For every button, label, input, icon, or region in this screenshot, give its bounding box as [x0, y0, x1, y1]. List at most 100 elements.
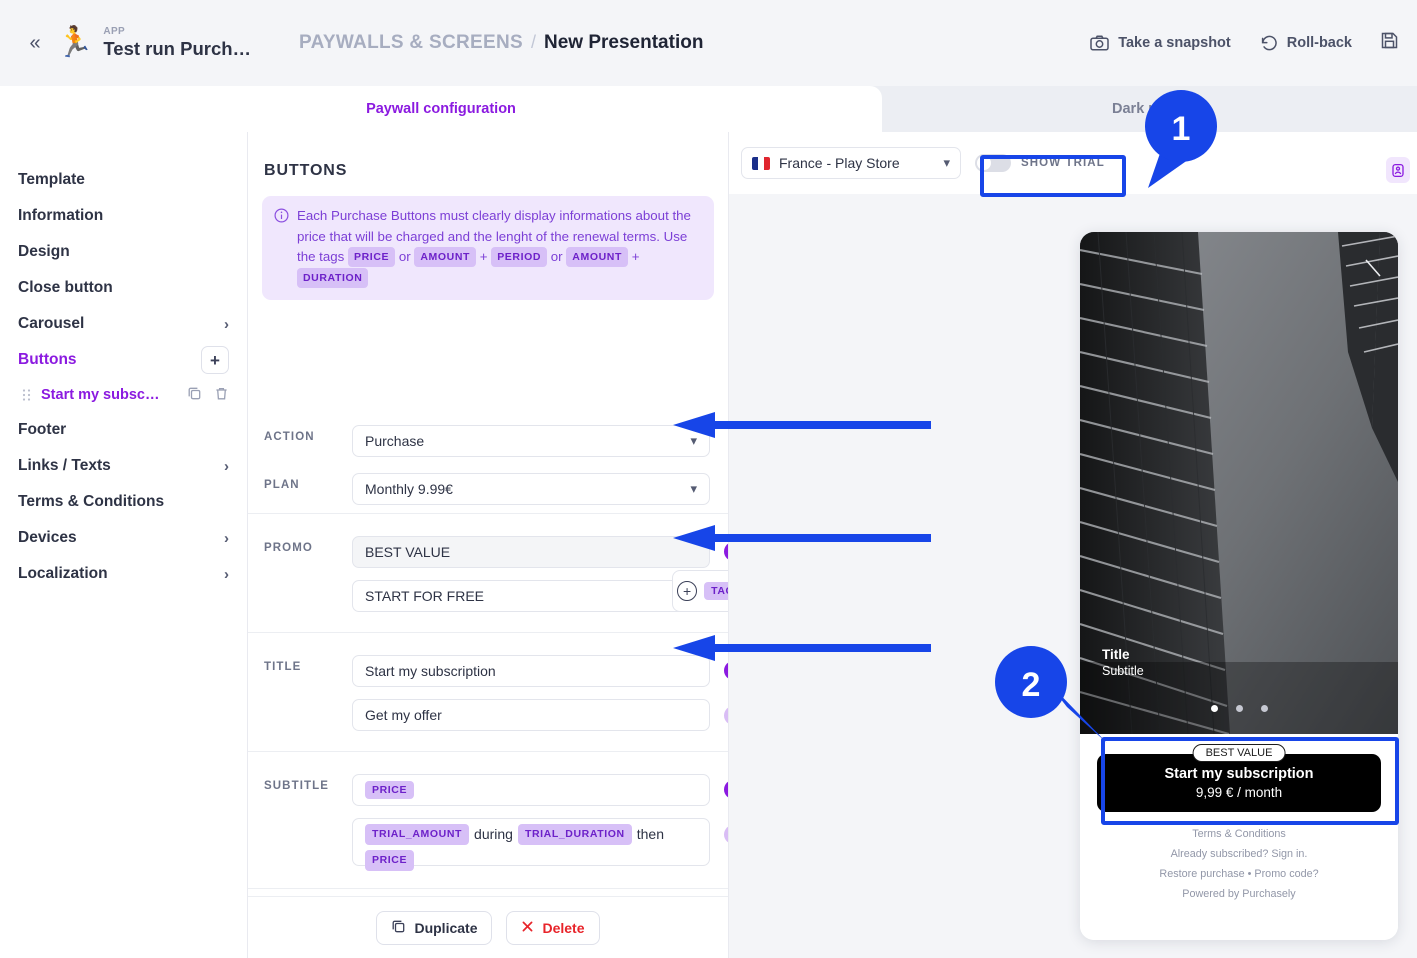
- duplicate-button[interactable]: Duplicate: [376, 910, 493, 945]
- sidebar-item-terms-conditions[interactable]: Terms & Conditions: [0, 484, 247, 520]
- panel-title: BUTTONS: [264, 162, 348, 179]
- legal-links: Terms & Conditions Already subscribed? S…: [1080, 828, 1398, 900]
- sidebar-item-label: Carousel: [18, 315, 85, 332]
- restore-promo-link[interactable]: Restore purchase • Promo code?: [1080, 868, 1398, 880]
- take-snapshot-button[interactable]: Take a snapshot: [1090, 35, 1231, 51]
- x-icon: [521, 920, 534, 936]
- token-text-then: then: [636, 826, 664, 843]
- sidebar-child-label: Start my subsc…: [41, 387, 160, 403]
- paywall-preview-phone: Title Subtitle Start my subscription 9,9…: [1080, 232, 1398, 940]
- france-flag-icon: [752, 156, 770, 170]
- token-tag-price-2: PRICE: [365, 850, 415, 872]
- carousel-dot-3[interactable]: [1260, 705, 1268, 712]
- buttons-config-panel: BUTTONS Each Purchase Buttons must clear…: [248, 132, 972, 958]
- action-select[interactable]: Purchase ▾: [352, 425, 710, 457]
- title-regular-value: Start my subscription: [365, 663, 496, 679]
- sidebar-item-carousel[interactable]: Carousel ›: [0, 306, 247, 342]
- powered-by-label: Powered by Purchasely: [1182, 888, 1296, 900]
- app-name[interactable]: Test run Purch…: [103, 38, 251, 60]
- chevron-down-icon: ▾: [943, 155, 950, 170]
- plan-label: PLAN: [264, 479, 300, 491]
- notice-plus-1: +: [479, 249, 488, 265]
- roll-back-button[interactable]: Roll-back: [1259, 34, 1352, 52]
- show-trial-switch[interactable]: [975, 154, 1011, 172]
- sign-in-link[interactable]: Already subscribed? Sign in.: [1080, 848, 1398, 860]
- promo-regular-value: BEST VALUE: [365, 544, 451, 560]
- sidebar-item-label: Buttons: [18, 351, 77, 368]
- title-regular-input[interactable]: Start my subscription: [352, 655, 710, 687]
- chevron-right-icon: ›: [224, 529, 229, 547]
- chevron-right-icon: ›: [224, 315, 229, 333]
- hero-caption: Title Subtitle: [1102, 647, 1144, 678]
- tags-button[interactable]: TAGS: [704, 582, 728, 600]
- trash-icon[interactable]: [214, 386, 229, 405]
- show-trial-toggle[interactable]: SHOW TRIAL: [975, 154, 1105, 172]
- field-row-action: ACTION Purchase ▾: [248, 417, 728, 465]
- copy-icon[interactable]: [187, 386, 202, 405]
- preview-pane: France - Play Store ▾ SHOW TRIAL Title S…: [728, 132, 1417, 958]
- undo-icon: [1259, 34, 1278, 52]
- take-snapshot-label: Take a snapshot: [1118, 35, 1231, 51]
- carousel-dot-2[interactable]: [1235, 705, 1243, 712]
- sidebar-item-footer[interactable]: Footer: [0, 412, 247, 448]
- field-row-subtitle: SUBTITLE PRICE TRIAL_AMOUNT during TRIAL…: [248, 752, 728, 889]
- delete-label: Delete: [542, 919, 585, 936]
- promo-trial-input[interactable]: START FOR FREE: [352, 580, 710, 612]
- plus-circle-icon[interactable]: +: [677, 581, 698, 601]
- delete-button[interactable]: Delete: [506, 910, 600, 945]
- camera-icon: [1090, 35, 1109, 51]
- collapse-sidebar-icon[interactable]: «: [22, 30, 48, 56]
- device-frame-icon[interactable]: [1386, 157, 1410, 183]
- copy-icon: [391, 919, 406, 937]
- sidebar-item-design[interactable]: Design: [0, 234, 247, 270]
- title-trial-input[interactable]: Get my offer: [352, 699, 710, 731]
- country-store-value: France - Play Store: [779, 155, 900, 171]
- promo-label: PROMO: [264, 542, 313, 554]
- sidebar-child-actions: [187, 386, 229, 405]
- subtitle-trial-input[interactable]: TRIAL_AMOUNT during TRIAL_DURATION then …: [352, 818, 710, 872]
- tag-chip-duration: DURATION: [297, 267, 369, 289]
- app-root: « 🏃 APP Test run Purch… PAYWALLS & SCREE…: [0, 0, 1417, 958]
- purchase-button[interactable]: Start my subscription 9,99 € / month: [1097, 754, 1381, 812]
- hero-title: Title: [1102, 647, 1130, 662]
- sidebar-item-devices[interactable]: Devices ›: [0, 520, 247, 556]
- sidebar-item-links-texts[interactable]: Links / Texts ›: [0, 448, 247, 484]
- sidebar-item-close-button[interactable]: Close button: [0, 270, 247, 306]
- tag-chip-price: PRICE: [348, 247, 396, 268]
- breadcrumb-separator: /: [530, 32, 536, 52]
- breadcrumb-section[interactable]: PAYWALLS & SCREENS: [299, 32, 523, 54]
- tab-strip: Paywall configuration Dark mode: [0, 86, 1417, 132]
- token-tag-trial-duration: TRIAL_DURATION: [517, 824, 632, 846]
- promo-trial-value: START FOR FREE: [365, 588, 485, 604]
- sidebar-item-label: Design: [18, 243, 70, 260]
- running-person-icon: 🏃: [56, 26, 94, 59]
- plan-select[interactable]: Monthly 9.99€ ▾: [352, 473, 710, 505]
- tab-paywall-configuration[interactable]: Paywall configuration: [0, 86, 882, 132]
- sidebar-item-information[interactable]: Information: [0, 198, 247, 234]
- add-button-button[interactable]: +: [201, 346, 229, 374]
- save-button[interactable]: [1380, 31, 1399, 55]
- subtitle-label: SUBTITLE: [264, 780, 330, 792]
- sidebar-item-buttons[interactable]: Buttons +: [0, 342, 247, 378]
- token-tag-price: PRICE: [365, 781, 415, 799]
- sidebar-item-label: Devices: [18, 529, 77, 546]
- sidebar-item-localization[interactable]: Localization ›: [0, 556, 247, 592]
- config-form: ACTION Purchase ▾ PLAN Monthly 9.99€ ▾ P…: [248, 417, 728, 958]
- tab-dark-mode[interactable]: Dark mode: [882, 86, 1417, 132]
- promo-regular-input[interactable]: BEST VALUE: [352, 536, 710, 568]
- tags-popover: + TAGS: [672, 570, 728, 612]
- duplicate-label: Duplicate: [414, 919, 478, 936]
- country-store-select[interactable]: France - Play Store ▾: [741, 147, 961, 179]
- terms-conditions-link[interactable]: Terms & Conditions: [1080, 828, 1398, 840]
- sidebar-item-template[interactable]: Template: [0, 162, 247, 198]
- notice-plus-2: +: [631, 249, 640, 265]
- purchase-button-subtitle: 9,99 € / month: [1195, 785, 1283, 800]
- carousel-dot-1[interactable]: [1210, 705, 1218, 712]
- carousel-hero-image: Title Subtitle: [1080, 232, 1398, 734]
- subtitle-regular-input[interactable]: PRICE: [352, 774, 710, 806]
- carousel-dots: [1080, 705, 1398, 712]
- drag-handle-icon[interactable]: [22, 388, 31, 402]
- token-text-during: during: [474, 826, 513, 843]
- sidebar-item-start-my-subscription[interactable]: Start my subsc…: [0, 378, 247, 412]
- breadcrumb-current: New Presentation: [544, 32, 704, 53]
